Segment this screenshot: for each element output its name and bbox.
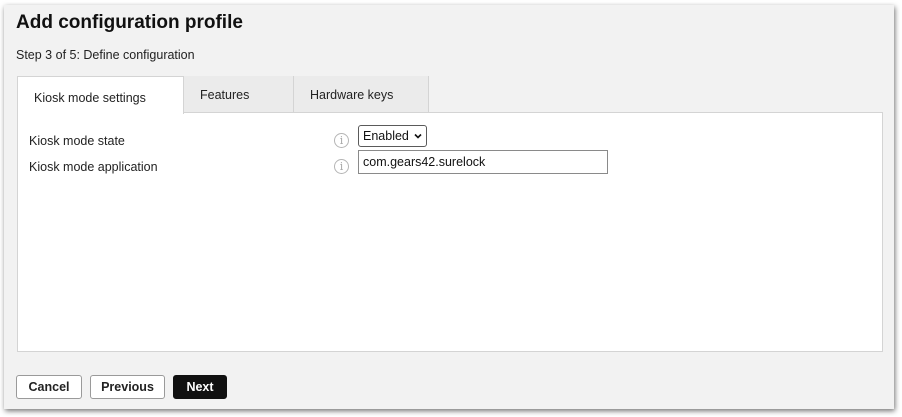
step-indicator: Step 3 of 5: Define configuration (16, 48, 195, 62)
kiosk-mode-state-value: Enabled (363, 129, 409, 143)
info-icon[interactable]: i (334, 133, 349, 148)
kiosk-mode-application-input[interactable]: com.gears42.surelock (358, 150, 608, 174)
tab-kiosk-mode-settings[interactable]: Kiosk mode settings (17, 76, 184, 114)
configuration-profile-dialog: Add configuration profile Step 3 of 5: D… (4, 5, 894, 409)
tab-hardware-keys[interactable]: Hardware keys (294, 76, 429, 112)
kiosk-mode-application-label: Kiosk mode application (29, 160, 158, 174)
tab-panel-kiosk-mode-settings: Kiosk mode state i Enabled Kiosk mode ap… (17, 112, 883, 352)
previous-button[interactable]: Previous (90, 375, 165, 399)
cancel-button[interactable]: Cancel (16, 375, 82, 399)
kiosk-mode-state-label: Kiosk mode state (29, 134, 125, 148)
chevron-down-icon (414, 133, 422, 139)
info-icon[interactable]: i (334, 159, 349, 174)
next-button[interactable]: Next (173, 375, 227, 399)
kiosk-mode-state-select[interactable]: Enabled (358, 125, 427, 147)
tab-features[interactable]: Features (184, 76, 294, 112)
tab-bar: Kiosk mode settings Features Hardware ke… (17, 76, 429, 114)
dialog-title: Add configuration profile (16, 12, 243, 33)
